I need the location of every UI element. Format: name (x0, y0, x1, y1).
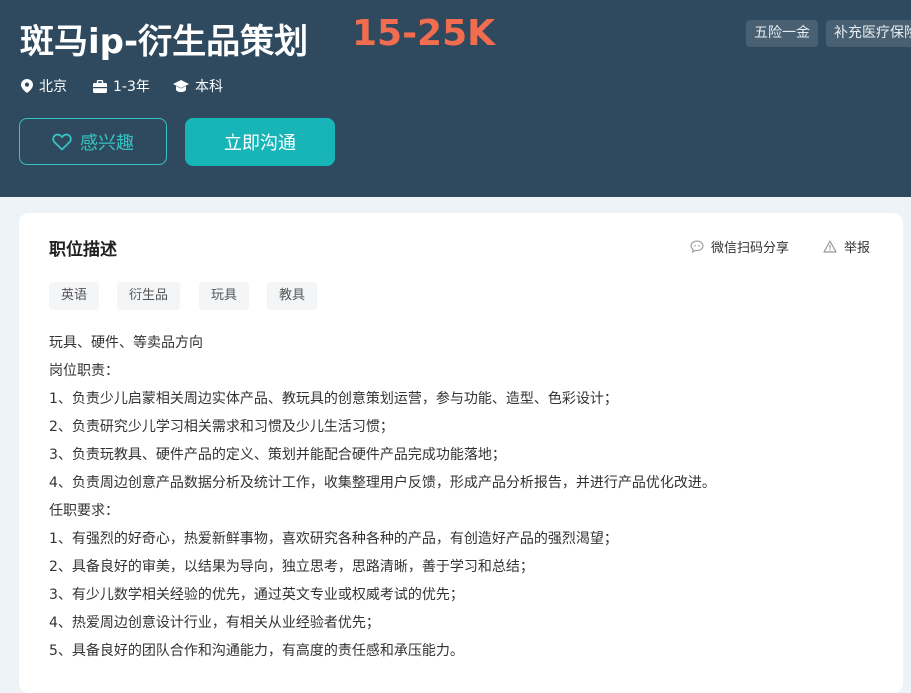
warning-icon (823, 240, 837, 253)
heart-icon (52, 133, 72, 150)
benefit-tag: 补充医疗保险 (826, 20, 911, 47)
location-label: 北京 (39, 79, 67, 95)
description-line: 任职要求： (49, 503, 119, 519)
job-description-card: 职位描述 微信扫码分享 举报 英语 衍生品 玩具 教具 玩具、硬件、等卖品方向 … (19, 213, 903, 693)
skill-tag[interactable]: 英语 (49, 282, 100, 310)
wechat-share-button[interactable]: 微信扫码分享 (690, 237, 789, 256)
description-line: 2、负责研究少儿学习相关需求和习惯及少儿生活习惯； (49, 419, 394, 435)
skill-tag[interactable]: 衍生品 (117, 282, 181, 310)
description-line: 1、负责少儿启蒙相关周边实体产品、教玩具的创意策划运营，参与功能、造型、色彩设计… (49, 391, 618, 407)
description-line: 玩具、硬件、等卖品方向 (49, 335, 203, 351)
description-line: 4、负责周边创意产品数据分析及统计工作，收集整理用户反馈，形成产品分析报告，并进… (49, 475, 716, 491)
report-label: 举报 (844, 241, 871, 256)
chat-now-button[interactable]: 立即沟通 (185, 118, 335, 166)
description-line: 5、具备良好的团队合作和沟通能力，有高度的责任感和承压能力。 (49, 643, 464, 659)
share-label: 微信扫码分享 (711, 241, 790, 256)
experience-label: 1-3年 (113, 79, 150, 95)
graduation-cap-icon (173, 79, 189, 92)
interest-label: 感兴趣 (80, 132, 134, 154)
description-line: 3、负责玩教具、硬件产品的定义、策划并能配合硬件产品完成功能落地； (49, 447, 506, 463)
description-line: 3、有少儿数学相关经验的优先，通过英文专业或权威考试的优先； (49, 587, 464, 603)
experience-info: 1-3年 (93, 76, 150, 96)
description-line: 2、具备良好的审美，以结果为导向，独立思考，思路清晰，善于学习和总结； (49, 559, 534, 575)
description-line: 4、热爱周边创意设计行业，有相关从业经验者优先； (49, 615, 380, 631)
interest-button[interactable]: 感兴趣 (19, 118, 167, 165)
job-description-text: 玩具、硬件、等卖品方向 岗位职责： 1、负责少儿启蒙相关周边实体产品、教玩具的创… (49, 329, 889, 665)
skill-tag[interactable]: 玩具 (199, 282, 250, 310)
skill-tag[interactable]: 教具 (267, 282, 318, 310)
job-header: 斑马ip-衍生品策划 15-25K 五险一金 补充医疗保险 北京 1-3年 本科… (0, 0, 911, 197)
description-line: 1、有强烈的好奇心，热爱新鲜事物，喜欢研究各种各种的产品，有创造好产品的强烈渴望… (49, 531, 618, 547)
education-label: 本科 (195, 79, 223, 95)
report-button[interactable]: 举报 (823, 237, 870, 256)
job-title: 斑马ip-衍生品策划 (20, 22, 309, 62)
salary-range: 15-25K (352, 13, 496, 54)
benefit-tag: 五险一金 (746, 20, 818, 47)
section-title: 职位描述 (49, 240, 117, 260)
location-info: 北京 (21, 76, 67, 96)
briefcase-icon (93, 79, 107, 93)
chat-bubble-icon (690, 240, 704, 253)
education-info: 本科 (173, 76, 223, 96)
description-line: 岗位职责： (49, 363, 119, 379)
location-pin-icon (21, 79, 33, 93)
